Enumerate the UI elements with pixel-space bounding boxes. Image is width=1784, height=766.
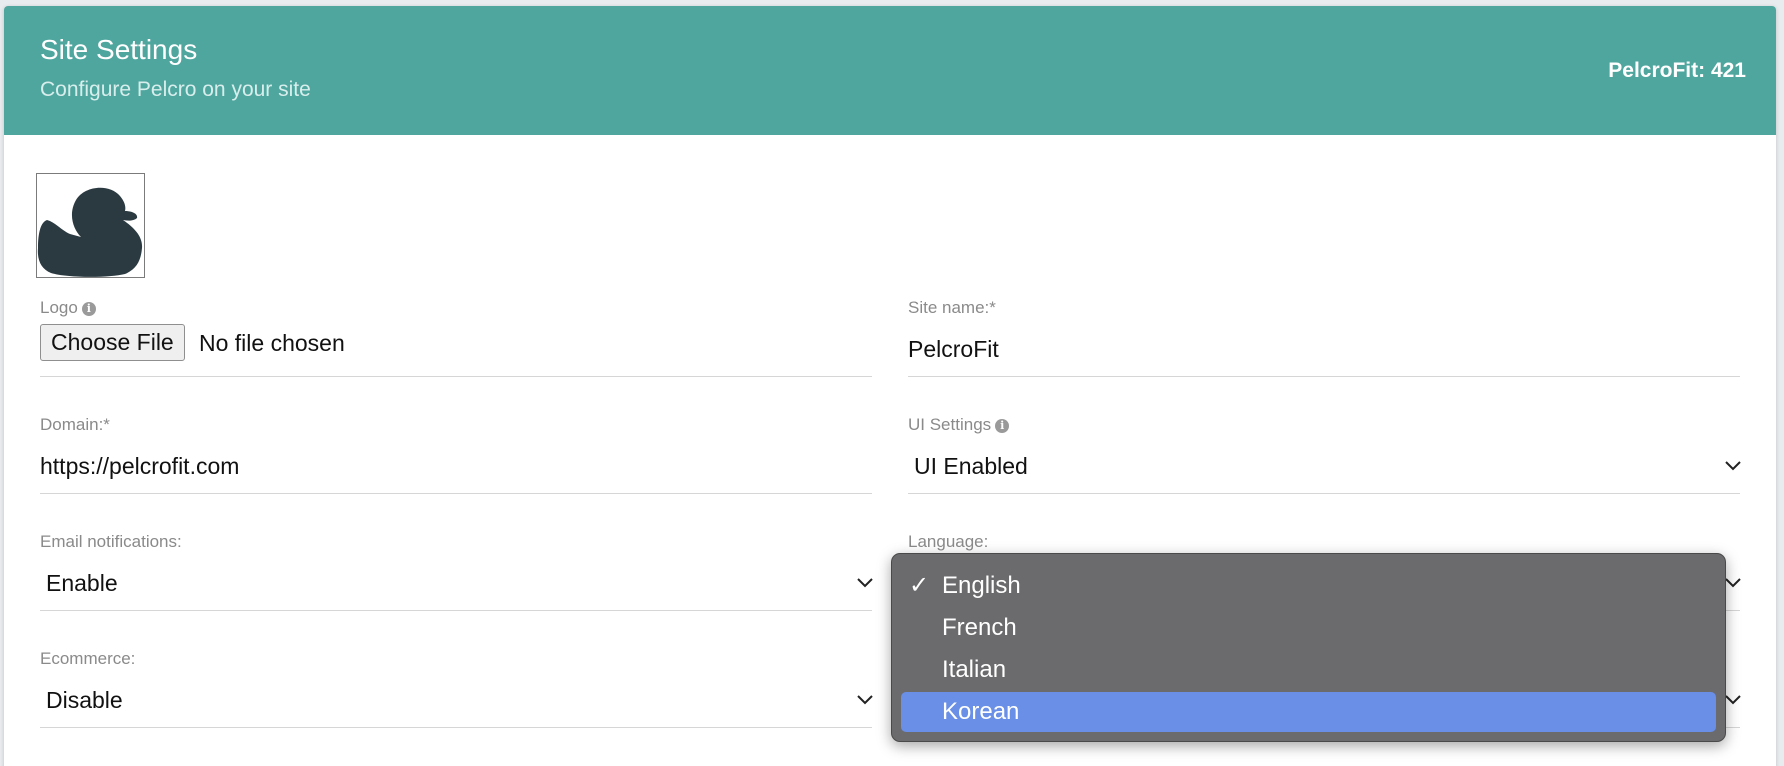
domain-label: Domain:* — [40, 415, 110, 434]
option-label: English — [942, 572, 1021, 599]
info-icon[interactable]: i — [81, 302, 96, 316]
ecommerce-select[interactable]: Ecommerce: Disable — [40, 649, 873, 729]
chevron-down-icon — [857, 695, 873, 705]
ecommerce-value: Disable — [46, 687, 123, 713]
option-label: Italian — [942, 656, 1007, 683]
email-notifications-underline — [40, 610, 872, 611]
ui-settings-select[interactable]: UI Settings i UI Enabled — [908, 415, 1741, 495]
page-title: Site Settings — [40, 34, 198, 65]
language-option-korean[interactable]: Korean — [901, 692, 1716, 732]
ecommerce-label: Ecommerce: — [40, 649, 136, 668]
checkmark-icon: ✓ — [909, 572, 930, 599]
email-notifications-value: Enable — [46, 570, 118, 596]
logo-field-underline — [40, 376, 872, 377]
language-label: Language: — [908, 532, 989, 551]
file-status-text: No file chosen — [199, 330, 345, 356]
card-header: Site Settings Configure Pelcro on your s… — [4, 6, 1776, 135]
email-notifications-label: Email notifications: — [40, 532, 182, 551]
option-label: French — [942, 614, 1017, 641]
domain-underline — [40, 493, 872, 494]
site-name-underline — [908, 376, 1740, 377]
ui-settings-value: UI Enabled — [914, 453, 1028, 479]
logo-label-text: Logo — [40, 298, 78, 317]
ui-settings-label: UI Settings i — [908, 415, 1010, 435]
language-option-french[interactable]: French — [901, 608, 1716, 648]
logo-label: Logo i — [40, 298, 96, 318]
info-icon[interactable]: i — [995, 419, 1010, 433]
site-name-input[interactable]: PelcroFit — [908, 336, 999, 363]
option-label: Korean — [942, 698, 1020, 725]
chevron-down-icon — [1725, 461, 1741, 471]
site-id-label: PelcroFit: 421 — [1608, 59, 1746, 82]
domain-field[interactable]: Domain:* https://pelcrofit.com — [40, 415, 872, 495]
duck-silhouette-icon — [37, 187, 143, 277]
site-name-label: Site name:* — [908, 298, 996, 317]
domain-input[interactable]: https://pelcrofit.com — [40, 453, 239, 480]
chevron-down-icon — [857, 578, 873, 588]
site-name-field[interactable]: Site name:* PelcroFit — [908, 298, 1740, 378]
ui-settings-label-text: UI Settings — [908, 415, 992, 434]
language-option-italian[interactable]: Italian — [901, 650, 1716, 690]
page-subtitle: Configure Pelcro on your site — [40, 78, 311, 101]
ecommerce-underline — [40, 727, 872, 728]
language-option-english[interactable]: ✓ English — [901, 566, 1716, 606]
logo-preview — [36, 173, 145, 278]
email-notifications-select[interactable]: Email notifications: Enable — [40, 532, 873, 612]
chevron-down-icon — [1725, 695, 1741, 705]
logo-field: Logo i Choose File No file chosen — [40, 298, 872, 378]
choose-file-button[interactable]: Choose File — [40, 324, 185, 361]
language-dropdown-menu: ✓ English French Italian Korean — [891, 553, 1726, 742]
chevron-down-icon — [1725, 578, 1741, 588]
ui-settings-underline — [908, 493, 1740, 494]
